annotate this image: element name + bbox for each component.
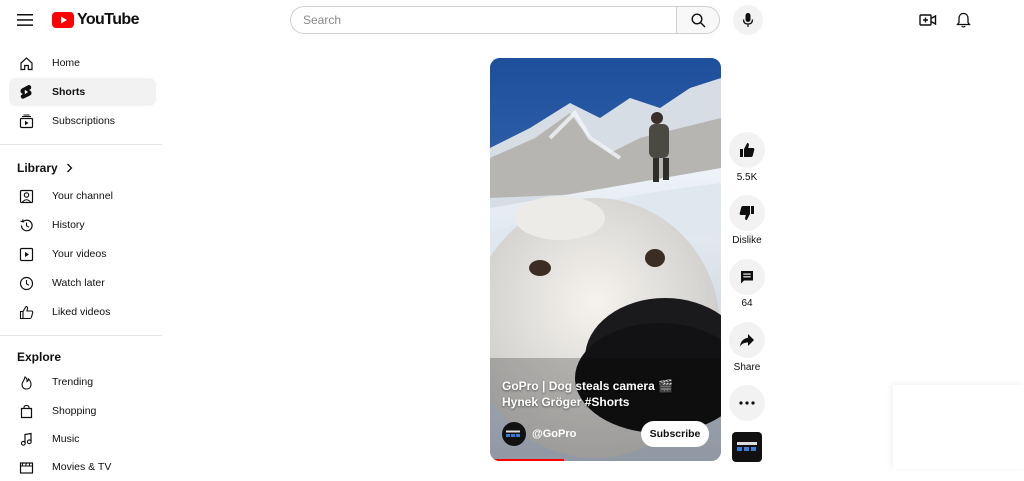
sidebar-item-subscriptions[interactable]: Subscriptions — [9, 107, 156, 135]
sidebar-item-label: Music — [52, 433, 80, 445]
youtube-play-icon — [52, 12, 74, 28]
library-heading[interactable]: Library — [17, 161, 73, 175]
sidebar-item-label: Subscriptions — [52, 115, 116, 127]
play-square-icon — [18, 246, 34, 262]
like-button[interactable] — [729, 132, 765, 168]
more-button[interactable] — [729, 385, 765, 421]
like-count: 5.5K — [736, 172, 758, 183]
bell-icon — [955, 12, 971, 28]
music-note-icon — [18, 431, 34, 447]
explore-heading: Explore — [17, 350, 61, 364]
sidebar-item-label: Your videos — [52, 248, 107, 260]
comments-button[interactable] — [729, 259, 765, 295]
short-video-player[interactable]: GoPro | Dog steals camera 🎬 Hynek Gröger… — [490, 58, 721, 461]
search-button[interactable] — [676, 6, 720, 34]
account-icon — [18, 188, 34, 204]
sidebar-item-shopping[interactable]: Shopping — [9, 397, 156, 425]
fire-icon — [18, 374, 34, 390]
sidebar-divider — [0, 335, 162, 336]
gopro-logo-icon — [505, 429, 523, 439]
sidebar-item-label: Home — [52, 57, 81, 69]
sidebar: Home Shorts Subscriptions Library Your c… — [0, 40, 164, 474]
thumb-up-icon — [18, 304, 34, 320]
gopro-logo-icon — [735, 440, 759, 454]
youtube-logo[interactable]: YouTube — [52, 11, 139, 29]
sidebar-item-label: Your channel — [52, 190, 113, 202]
video-plus-icon — [919, 14, 937, 26]
sidebar-item-your-channel[interactable]: Your channel — [9, 182, 156, 210]
sidebar-item-shorts[interactable]: Shorts — [9, 78, 156, 106]
sidebar-item-watch-later[interactable]: Watch later — [9, 269, 156, 297]
clock-icon — [18, 275, 34, 291]
sidebar-item-label: Shorts — [52, 86, 86, 98]
sidebar-item-history[interactable]: History — [9, 211, 156, 239]
share-icon — [740, 334, 754, 347]
sidebar-item-label: History — [52, 219, 85, 231]
comment-count: 64 — [741, 298, 753, 309]
sidebar-item-label: Shopping — [52, 405, 97, 417]
share-button[interactable] — [729, 322, 765, 358]
sidebar-item-home[interactable]: Home — [9, 49, 156, 77]
audio-channel-thumbnail[interactable] — [732, 432, 762, 462]
voice-search-button[interactable] — [733, 5, 763, 35]
sidebar-item-label: Trending — [52, 376, 94, 388]
sidebar-item-label: Liked videos — [52, 306, 111, 318]
home-icon — [18, 55, 34, 71]
library-title: Library — [17, 161, 58, 175]
share-label: Share — [733, 362, 761, 373]
search-input[interactable] — [303, 13, 676, 27]
logo-text: YouTube — [77, 11, 139, 28]
hamburger-icon — [17, 14, 33, 26]
comment-icon — [741, 271, 753, 284]
sidebar-item-your-videos[interactable]: Your videos — [9, 240, 156, 268]
explore-title: Explore — [17, 350, 62, 364]
sidebar-item-label: Movies & TV — [52, 461, 112, 473]
bag-icon — [18, 403, 34, 419]
film-icon — [18, 459, 34, 475]
channel-avatar[interactable] — [502, 422, 526, 446]
top-bar: YouTube — [0, 0, 1024, 40]
microphone-icon — [742, 13, 754, 27]
dislike-button[interactable] — [729, 195, 765, 231]
subscribe-button[interactable]: Subscribe — [641, 421, 709, 447]
thumb-down-icon — [739, 206, 754, 220]
thumb-up-icon — [740, 143, 755, 157]
chevron-right-icon — [66, 163, 73, 173]
search-icon — [690, 12, 705, 27]
shorts-icon — [18, 84, 34, 100]
menu-button[interactable] — [10, 5, 40, 35]
sidebar-item-music[interactable]: Music — [9, 425, 156, 453]
channel-name[interactable]: @GoPro — [532, 428, 576, 440]
create-button[interactable] — [915, 7, 941, 33]
short-title[interactable]: GoPro | Dog steals camera 🎬 Hynek Gröger… — [502, 378, 702, 410]
sidebar-divider — [0, 144, 162, 145]
progress-bar[interactable] — [490, 459, 564, 461]
dislike-label: Dislike — [732, 235, 762, 246]
subscriptions-icon — [18, 113, 34, 129]
search-box[interactable] — [290, 6, 676, 34]
sidebar-item-liked-videos[interactable]: Liked videos — [9, 298, 156, 326]
more-dots-icon — [739, 401, 755, 405]
notifications-button[interactable] — [950, 7, 976, 33]
sidebar-item-label: Watch later — [52, 277, 105, 289]
side-panel-edge — [893, 385, 1024, 469]
sidebar-item-trending[interactable]: Trending — [9, 368, 156, 396]
sidebar-item-movies-tv[interactable]: Movies & TV — [9, 453, 156, 481]
history-icon — [18, 217, 34, 233]
